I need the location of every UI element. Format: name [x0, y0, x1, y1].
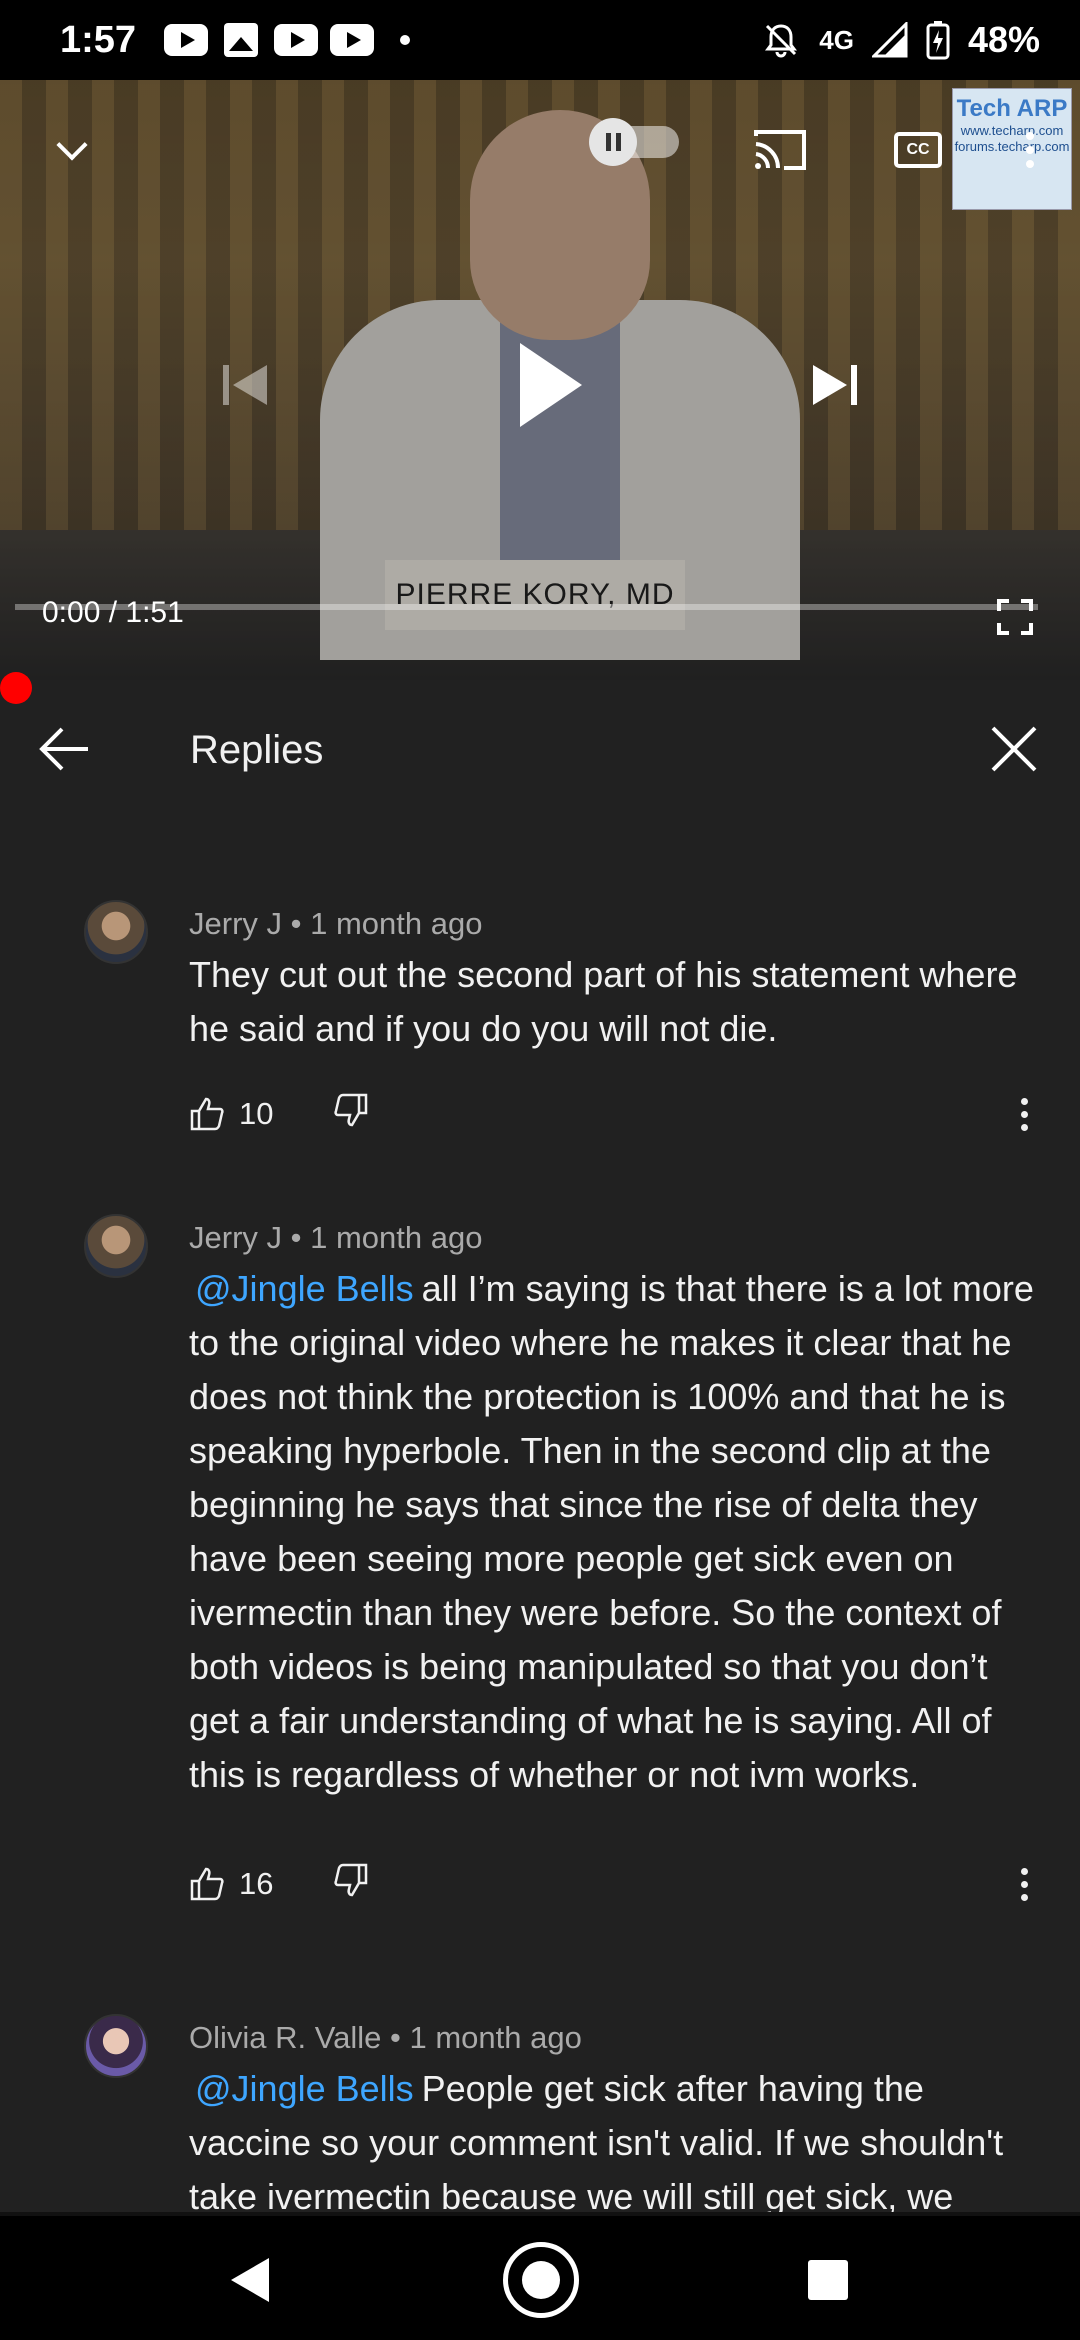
seek-bar[interactable] [15, 604, 1038, 610]
comment-age: 1 month ago [409, 2020, 582, 2055]
dislike-button[interactable] [333, 1092, 377, 1136]
comment-more-button[interactable] [1009, 1860, 1039, 1908]
cast-icon [754, 130, 806, 170]
duration: 1:51 [125, 596, 184, 629]
minimize-button[interactable] [42, 120, 102, 180]
captions-button[interactable]: CC [888, 120, 948, 180]
like-count: 16 [239, 1866, 274, 1901]
youtube-icon [274, 24, 319, 56]
close-button[interactable] [985, 720, 1043, 778]
seek-handle[interactable] [0, 672, 32, 704]
play-button[interactable] [500, 330, 600, 440]
autoplay-toggle[interactable] [589, 118, 686, 166]
more-vertical-icon [1020, 1097, 1028, 1105]
captions-icon: CC [894, 132, 942, 168]
avatar[interactable] [84, 2014, 148, 2078]
player-more-button[interactable] [1012, 120, 1048, 180]
time-display: 0:00 / 1:51 [42, 596, 184, 630]
skip-next-icon [813, 365, 857, 405]
comment-body: They cut out the second part of his stat… [189, 954, 1018, 1049]
pause-icon [589, 118, 637, 166]
like-button[interactable]: 10 [189, 1086, 273, 1142]
comment-meta: Olivia R. Valle • 1 month ago [189, 2020, 582, 2056]
arrow-left-icon [39, 727, 88, 771]
comment-author: Jerry J [189, 1220, 282, 1255]
comment-body: all I’m saying is that there is a lot mo… [189, 1268, 1034, 1795]
meta-separator: • [282, 906, 311, 941]
dislike-button[interactable] [333, 1862, 377, 1906]
fullscreen-icon [997, 599, 1033, 635]
battery-charging-icon [926, 21, 950, 60]
current-time: 0:00 [42, 596, 101, 629]
comment-age: 1 month ago [310, 1220, 483, 1255]
avatar[interactable] [84, 900, 148, 964]
like-count: 10 [239, 1096, 274, 1131]
fullscreen-button[interactable] [990, 592, 1040, 642]
youtube-icon [330, 24, 375, 56]
comment-text: @Jingle Bells all I’m saying is that ther… [189, 1262, 1039, 1802]
more-vertical-icon [1020, 1867, 1028, 1875]
comment-author: Jerry J [189, 906, 282, 941]
replies-header: Replies [0, 680, 1080, 818]
comment-actions: 16 [189, 1856, 1059, 1912]
close-icon [991, 726, 1037, 772]
youtube-icon [164, 24, 209, 56]
cast-button[interactable] [750, 120, 810, 180]
like-button[interactable]: 16 [189, 1856, 273, 1912]
watermark-title: Tech ARP [956, 95, 1068, 122]
comment-author: Olivia R. Valle [189, 2020, 382, 2055]
nav-home-button[interactable] [503, 2242, 579, 2318]
bell-off-icon [765, 24, 798, 58]
more-vertical-icon [1026, 132, 1034, 140]
nav-recents-button[interactable] [808, 2260, 848, 2300]
chevron-down-icon [56, 129, 88, 161]
thumbs-up-icon [190, 1867, 224, 1901]
skip-previous-icon [223, 365, 267, 405]
replies-title: Replies [190, 728, 324, 772]
comment-text: They cut out the second part of his stat… [189, 948, 1039, 1056]
mention-link[interactable]: @Jingle Bells [189, 2068, 422, 2109]
play-icon [520, 343, 582, 427]
comment-more-button[interactable] [1009, 1090, 1039, 1138]
system-icons: 4G 48% [761, 19, 1040, 61]
triangle-back-icon [231, 2258, 269, 2302]
signal-icon [871, 22, 908, 58]
gallery-icon [224, 23, 259, 57]
back-button[interactable] [36, 720, 94, 778]
replies-list[interactable]: Jerry J • 1 month ago They cut out the s… [0, 818, 1080, 2212]
status-bar: 1:57 4G 48% [0, 0, 1080, 80]
mention-link[interactable]: @Jingle Bells [189, 1268, 422, 1309]
meta-separator: • [381, 2020, 410, 2055]
previous-button[interactable] [210, 350, 280, 420]
dot-icon [400, 35, 411, 45]
autoplay-track [589, 118, 679, 166]
comment-meta: Jerry J • 1 month ago [189, 906, 482, 942]
system-nav-bar [0, 2212, 1080, 2340]
video-player[interactable]: PIERRE KORY, MD Tech ARP www.techarp.com… [0, 80, 1080, 680]
avatar[interactable] [84, 1214, 148, 1278]
comment-actions: 10 [189, 1086, 1059, 1142]
nav-back-button[interactable] [225, 2254, 275, 2306]
thumbs-up-icon [190, 1097, 224, 1131]
battery-percent: 48% [967, 19, 1040, 60]
time-separator: / [100, 596, 126, 629]
comment-text: @Jingle Bells People get sick after havin… [189, 2062, 1039, 2212]
next-button[interactable] [800, 350, 870, 420]
network-type: 4G [819, 24, 854, 55]
thumbs-down-icon [334, 1093, 368, 1127]
thumbs-down-icon [334, 1863, 368, 1897]
notification-icons [164, 23, 411, 57]
comment-meta: Jerry J • 1 month ago [189, 1220, 482, 1256]
meta-separator: • [282, 1220, 311, 1255]
status-time: 1:57 [60, 18, 137, 61]
comment-age: 1 month ago [310, 906, 483, 941]
